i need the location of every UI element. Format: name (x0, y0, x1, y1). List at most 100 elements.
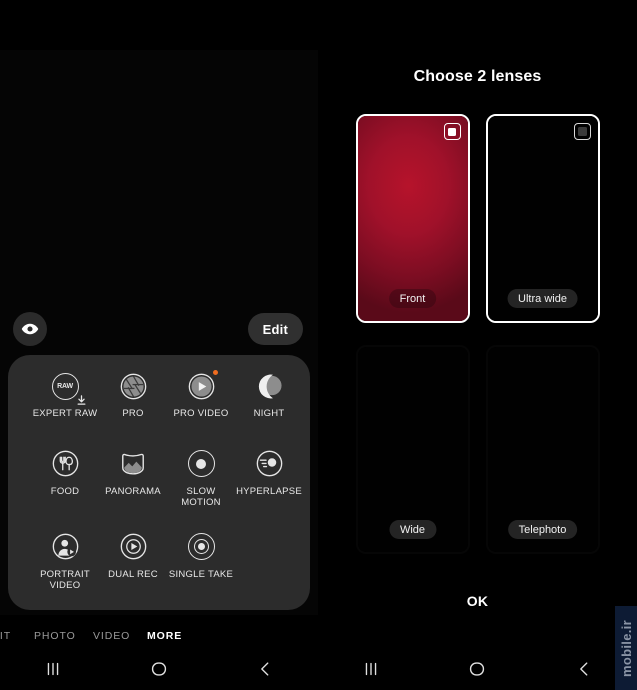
panorama-glyph (122, 453, 144, 475)
mode-slot: RAW EXPERT RAW (31, 371, 99, 420)
fork-spoon-icon (50, 449, 80, 479)
mode-slot: PANORAMA (99, 449, 167, 509)
mode-hyperlapse[interactable]: HYPERLAPSE (235, 449, 303, 509)
screenshot-root: Edit RAW EXPERT RAW PRO PRO VIDEO NIGHT … (0, 0, 637, 690)
mode-food[interactable]: FOOD (31, 449, 99, 509)
camera-more-modes-screen: Edit RAW EXPERT RAW PRO PRO VIDEO NIGHT … (0, 0, 318, 690)
mode-slow-motion[interactable]: SLOW MOTION (167, 449, 235, 509)
recents-icon (47, 662, 59, 676)
new-badge-dot (213, 370, 218, 375)
hyperlapse-icon (254, 449, 284, 479)
lens-row: Front Ultra wide (318, 114, 637, 323)
mode-slot-empty (235, 532, 303, 592)
eye-icon (21, 323, 39, 335)
hyperlapse-glyph (256, 450, 282, 477)
tab-label: VIDEO (93, 630, 131, 642)
lens-row: Wide Telephoto (318, 345, 637, 554)
play-circle-glyph (188, 373, 214, 399)
more-modes-panel: RAW EXPERT RAW PRO PRO VIDEO NIGHT FOOD … (8, 355, 310, 610)
home-icon (151, 662, 167, 676)
play-circle-icon (186, 370, 218, 401)
fork-spoon-glyph (52, 450, 78, 477)
mode-single-take[interactable]: SINGLE TAKE (167, 532, 235, 592)
single-take-icon (186, 532, 216, 562)
ok-button[interactable]: OK (318, 593, 637, 609)
choose-lenses-screen: Choose 2 lenses Front Ultra wide Wide Te… (318, 0, 637, 690)
page-title: Choose 2 lenses (413, 68, 542, 85)
lens-label: Telephoto (507, 520, 578, 539)
lens-checkbox-front[interactable] (443, 123, 461, 140)
back-icon (261, 662, 269, 676)
tab-portrait[interactable]: AIT (0, 630, 11, 642)
mode-label: NIGHT (253, 408, 285, 419)
dual-rec-icon (118, 532, 148, 562)
camera-mode-tabs: AIT PHOTO VIDEO MORE (0, 622, 318, 650)
mode-slot: DUAL REC (99, 532, 167, 592)
lens-tile-front[interactable]: Front (355, 114, 470, 323)
mode-slot: PRO (99, 371, 167, 420)
tab-photo[interactable]: PHOTO (34, 630, 76, 642)
home-icon (470, 662, 485, 676)
mode-night[interactable]: NIGHT (235, 371, 303, 420)
tab-label: AIT (0, 630, 12, 642)
system-navigation-bar-left (0, 648, 318, 690)
back-icon (579, 662, 588, 676)
mode-label: DUAL REC (108, 568, 158, 580)
mode-slot: NIGHT (235, 371, 303, 420)
moon-glyph (258, 374, 282, 398)
dual-rec-glyph (120, 533, 146, 560)
mode-dual-rec[interactable]: DUAL REC (99, 532, 167, 592)
lens-label: Ultra wide (507, 289, 578, 308)
aperture-icon (118, 371, 148, 401)
mode-portrait-video[interactable]: PORTRAIT VIDEO (31, 532, 99, 592)
mode-label: PANORAMA (105, 485, 161, 497)
recents-button[interactable] (31, 654, 75, 684)
recents-button[interactable] (349, 654, 393, 684)
edit-button-label: Edit (262, 321, 288, 337)
lens-label: Wide (388, 520, 437, 539)
mode-slot: PRO VIDEO (167, 370, 235, 420)
back-button[interactable] (562, 654, 606, 684)
download-arrow-icon (77, 395, 86, 405)
home-button[interactable] (455, 654, 499, 684)
mode-pro-video[interactable]: PRO VIDEO (167, 370, 235, 420)
mode-label: SINGLE TAKE (168, 568, 234, 580)
mode-slot: HYPERLAPSE (235, 449, 303, 509)
mode-label: PRO VIDEO (173, 408, 229, 419)
system-navigation-bar-right (318, 648, 637, 690)
raw-download-icon: RAW (50, 371, 86, 405)
ok-button-label: OK (466, 593, 489, 609)
mode-expert-raw[interactable]: RAW EXPERT RAW (31, 371, 99, 420)
lens-label: Front (388, 289, 437, 308)
lens-checkbox-ultra-wide[interactable] (573, 123, 591, 140)
panorama-icon (118, 449, 148, 479)
watermark-text: mobile.ir (618, 619, 634, 677)
lens-tile-ultra-wide[interactable]: Ultra wide (485, 114, 600, 323)
mode-panorama[interactable]: PANORAMA (99, 449, 167, 509)
mode-row: RAW EXPERT RAW PRO PRO VIDEO NIGHT (8, 370, 310, 420)
tab-label: PHOTO (34, 630, 76, 642)
home-button[interactable] (137, 654, 181, 684)
portrait-video-icon (50, 532, 80, 562)
mode-label: PORTRAIT VIDEO (40, 568, 90, 592)
edit-modes-button[interactable]: Edit (247, 313, 303, 345)
mode-slot: PORTRAIT VIDEO (31, 532, 99, 592)
lens-tile-wide[interactable]: Wide (355, 345, 470, 554)
mode-slot: FOOD (31, 449, 99, 509)
lens-tile-telephoto[interactable]: Telephoto (485, 345, 600, 554)
mode-label: HYPERLAPSE (236, 485, 302, 497)
lens-grid: Front Ultra wide Wide Telephoto (318, 114, 637, 554)
tab-more[interactable]: MORE (147, 630, 182, 642)
mode-label: PRO (122, 408, 144, 419)
preview-eye-button[interactable] (13, 312, 47, 346)
viewfinder-top-strip (0, 0, 318, 50)
mode-pro[interactable]: PRO (99, 371, 167, 420)
aperture-glyph (120, 373, 146, 399)
tab-video[interactable]: VIDEO (93, 630, 130, 642)
site-watermark: mobile.ir (615, 606, 637, 690)
mode-slot: SINGLE TAKE (167, 532, 235, 592)
recents-icon (365, 662, 377, 676)
mode-row: PORTRAIT VIDEO DUAL REC SINGLE TAKE (8, 532, 310, 592)
back-button[interactable] (243, 654, 287, 684)
slow-motion-icon (186, 449, 216, 479)
